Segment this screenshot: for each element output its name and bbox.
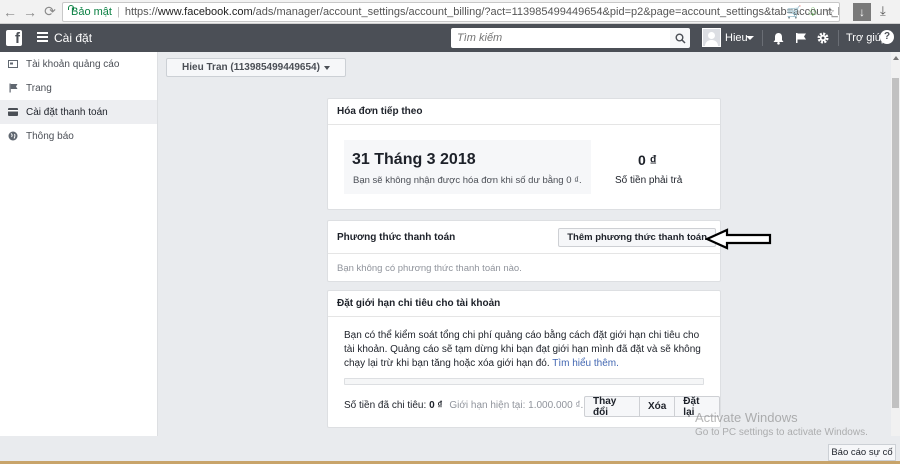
address-bar[interactable]: Bảo mật | https://www.facebook.com/ads/m… <box>62 2 840 22</box>
sidebar-item-payment-settings[interactable]: Cài đặt thanh toán <box>0 100 157 124</box>
no-payment-methods-text: Bạn không có phương thức thanh toán nào. <box>337 263 522 274</box>
payment-methods-card: Phương thức thanh toán Thêm phương thức … <box>327 220 721 282</box>
settings-sidebar: Tài khoản quảng cáo Trang Cài đặt thanh … <box>0 52 158 436</box>
spending-limit-heading: Đặt giới hạn chi tiêu cho tài khoản <box>328 291 720 317</box>
menu-icon[interactable] <box>37 32 48 42</box>
remove-limit-button[interactable]: Xóa <box>638 397 674 416</box>
page-scrollbar[interactable] <box>891 52 900 436</box>
sidebar-item-ad-accounts[interactable]: Tài khoản quảng cáo <box>0 52 157 76</box>
credit-card-icon <box>8 107 18 117</box>
user-name[interactable]: Hieu <box>725 32 748 44</box>
add-payment-method-button[interactable]: Thêm phương thức thanh toán <box>558 228 716 247</box>
avatar[interactable] <box>702 28 721 47</box>
search-button[interactable] <box>670 28 690 48</box>
sidebar-item-notifications[interactable]: Thông báo <box>0 124 157 148</box>
forward-icon[interactable]: → <box>20 0 40 24</box>
next-bill-card: Hóa đơn tiếp theo 31 Tháng 3 2018 Bạn sẽ… <box>327 98 721 210</box>
secure-label: Bảo mật <box>71 6 112 18</box>
sidebar-item-label: Trang <box>26 82 52 94</box>
next-bill-summary: 31 Tháng 3 2018 Bạn sẽ không nhận được h… <box>344 140 591 194</box>
url-text: https://www.facebook.com/ads/manager/acc… <box>124 6 839 18</box>
help-question-icon[interactable]: ? <box>880 30 894 44</box>
next-bill-note: Bạn sẽ không nhận được hóa đơn khi số dư… <box>353 175 582 186</box>
browser-toolbar: ← → ⟳ Bảo mật | https://www.facebook.com… <box>0 0 900 24</box>
user-menu-chevron-down-icon[interactable] <box>746 36 754 40</box>
next-bill-date: 31 Tháng 3 2018 <box>352 151 476 168</box>
learn-more-link[interactable]: Tìm hiểu thêm. <box>552 358 619 369</box>
topbar-divider <box>762 30 763 46</box>
sidebar-item-label: Tài khoản quảng cáo <box>26 58 120 70</box>
flag-icon[interactable] <box>793 30 809 46</box>
search-icon <box>675 33 686 44</box>
page-title: Cài đặt <box>54 31 93 45</box>
download-extension-icon[interactable]: ↓ <box>853 3 871 21</box>
windows-watermark-subtitle: Go to PC settings to activate Windows. <box>695 427 868 438</box>
notifications-bell-icon[interactable] <box>770 30 786 46</box>
gear-icon[interactable] <box>815 30 831 46</box>
sidebar-item-pages[interactable]: Trang <box>0 76 157 100</box>
next-bill-heading: Hóa đơn tiếp theo <box>328 99 720 125</box>
scroll-up-icon[interactable] <box>893 56 899 60</box>
windows-watermark-title: Activate Windows <box>695 410 798 425</box>
report-problem-button[interactable]: Báo cáo sự cố <box>828 444 896 461</box>
leaf-extension-icon[interactable]: ♧ <box>807 5 818 19</box>
amount-due-label: Số tiền phải trả <box>615 175 683 186</box>
address-separator: | <box>116 6 120 18</box>
spending-limit-card: Đặt giới hạn chi tiêu cho tài khoản Bạn … <box>327 290 721 428</box>
amount-due: 0 ₫ <box>638 152 657 168</box>
amount-spent-label: Số tiền đã chi tiêu: <box>344 400 427 411</box>
flag-icon <box>8 83 18 93</box>
spending-limit-description-text: Bạn có thể kiểm soát tổng chi phí quảng … <box>344 330 701 369</box>
globe-icon <box>8 131 18 141</box>
ad-account-icon <box>8 59 18 69</box>
chevron-down-icon <box>323 65 330 70</box>
facebook-topbar: f Cài đặt Hieu Trợ giúp ? <box>0 24 900 52</box>
spending-limit-description: Bạn có thể kiểm soát tổng chi phí quảng … <box>344 329 709 371</box>
spending-progress-bar <box>344 378 704 385</box>
back-icon[interactable]: ← <box>0 0 20 24</box>
topbar-divider <box>838 30 839 46</box>
bookmark-star-icon[interactable]: ☆ <box>824 5 835 19</box>
sidebar-item-label: Cài đặt thanh toán <box>26 106 108 118</box>
sidebar-item-label: Thông báo <box>26 130 74 142</box>
amount-spent-value: 0 ₫ <box>429 400 443 411</box>
amount-spent: Số tiền đã chi tiêu: 0 ₫ Giới hạn hiện t… <box>344 400 583 411</box>
url-scheme: https:// <box>124 6 158 18</box>
facebook-logo-icon[interactable]: f <box>6 30 22 46</box>
search-input[interactable] <box>451 28 671 48</box>
ad-account-selector[interactable]: Hieu Tran (113985499449654) <box>166 58 346 77</box>
reload-icon[interactable]: ⟳ <box>40 0 60 24</box>
downloads-icon[interactable]: ⤓ <box>880 3 886 19</box>
url-path: /ads/manager/account_settings/account_bi… <box>252 6 839 18</box>
ad-account-selector-value: Hieu Tran (113985499449654) <box>182 62 320 73</box>
annotation-arrow-icon <box>705 228 772 250</box>
current-limit-text: Giới hạn hiện tại: 1.000.000 ₫. <box>449 400 584 411</box>
cart-extension-icon[interactable]: 🛒 <box>787 5 802 19</box>
scrollbar-thumb[interactable] <box>892 78 899 408</box>
change-limit-button[interactable]: Thay đổi <box>585 396 639 418</box>
url-host: www.facebook.com <box>157 6 253 18</box>
